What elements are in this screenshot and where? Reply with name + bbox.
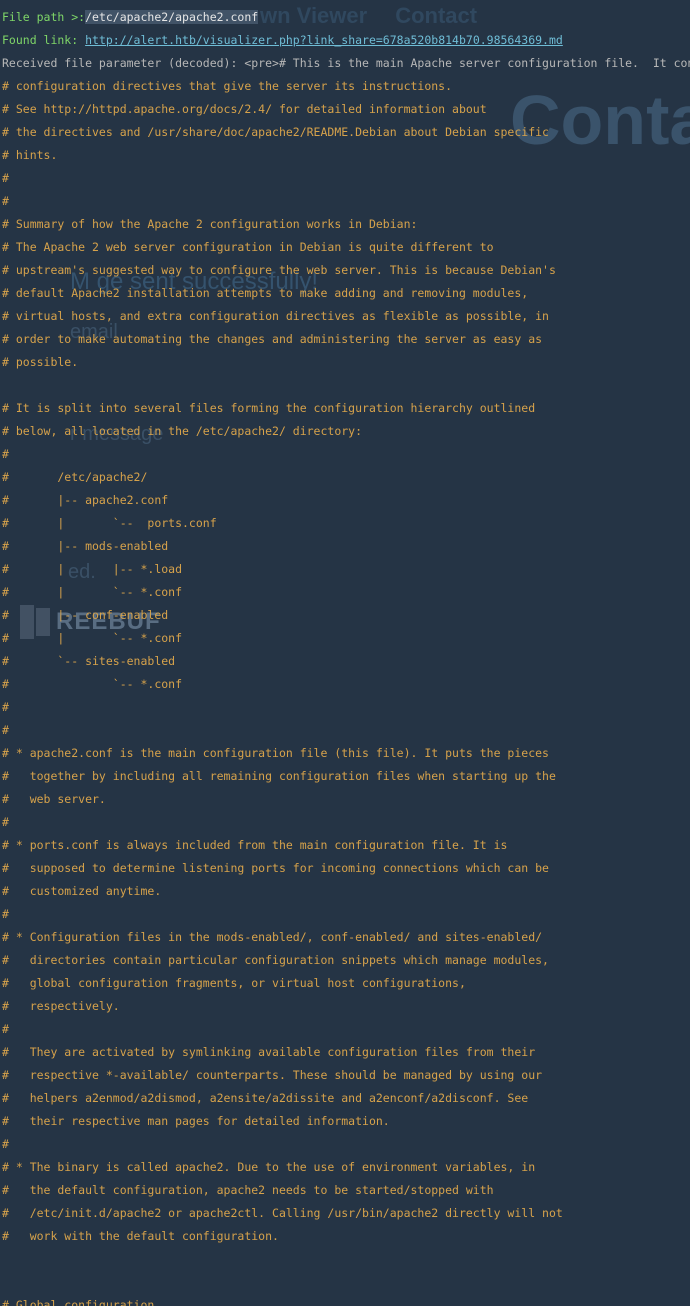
terminal-line: # default Apache2 installation attempts … — [2, 288, 688, 300]
terminal-line: # | `-- *.conf — [2, 633, 688, 645]
terminal-line: # — [2, 196, 688, 208]
terminal-line: # Global configuration — [2, 1300, 688, 1306]
terminal-line: # * The binary is called apache2. Due to… — [2, 1162, 688, 1174]
terminal-line: # `-- sites-enabled — [2, 656, 688, 668]
terminal-line: # |-- mods-enabled — [2, 541, 688, 553]
terminal-line: # customized anytime. — [2, 886, 688, 898]
terminal-line: # — [2, 725, 688, 737]
terminal-line: # respectively. — [2, 1001, 688, 1013]
terminal-line — [2, 380, 688, 392]
terminal-line: # virtual hosts, and extra configuration… — [2, 311, 688, 323]
terminal-line: Received file parameter (decoded): <pre>… — [2, 58, 688, 70]
terminal-line: # — [2, 173, 688, 185]
terminal-line: # The Apache 2 web server configuration … — [2, 242, 688, 254]
terminal-line: # hints. — [2, 150, 688, 162]
terminal-line: # | `-- ports.conf — [2, 518, 688, 530]
terminal-line: # /etc/init.d/apache2 or apache2ctl. Cal… — [2, 1208, 688, 1220]
terminal-line: # | |-- *.load — [2, 564, 688, 576]
terminal-line: # — [2, 909, 688, 921]
terminal-line — [2, 1277, 688, 1289]
terminal-line: # Summary of how the Apache 2 configurat… — [2, 219, 688, 231]
terminal-line: # possible. — [2, 357, 688, 369]
terminal-line: # respective *-available/ counterparts. … — [2, 1070, 688, 1082]
terminal-line: # They are activated by symlinking avail… — [2, 1047, 688, 1059]
terminal-line: # |-- conf-enabled — [2, 610, 688, 622]
terminal-line: # directories contain particular configu… — [2, 955, 688, 967]
terminal-line: # the directives and /usr/share/doc/apac… — [2, 127, 688, 139]
terminal-line: # configuration directives that give the… — [2, 81, 688, 93]
terminal-line: Found link: http://alert.htb/visualizer.… — [2, 35, 688, 47]
terminal-line: # * Configuration files in the mods-enab… — [2, 932, 688, 944]
terminal-line: # — [2, 449, 688, 461]
terminal-line: # together by including all remaining co… — [2, 771, 688, 783]
terminal-line: # — [2, 1139, 688, 1151]
terminal-line: # | `-- *.conf — [2, 587, 688, 599]
terminal-line: # * apache2.conf is the main configurati… — [2, 748, 688, 760]
terminal-line: # their respective man pages for detaile… — [2, 1116, 688, 1128]
terminal-line: # `-- *.conf — [2, 679, 688, 691]
terminal-line: # the default configuration, apache2 nee… — [2, 1185, 688, 1197]
terminal-line: # — [2, 702, 688, 714]
terminal-line: # below, all located in the /etc/apache2… — [2, 426, 688, 438]
terminal-line: # global configuration fragments, or vir… — [2, 978, 688, 990]
terminal-line: # helpers a2enmod/a2dismod, a2ensite/a2d… — [2, 1093, 688, 1105]
terminal-line: # web server. — [2, 794, 688, 806]
terminal-line: # * ports.conf is always included from t… — [2, 840, 688, 852]
terminal-output[interactable]: File path >:/etc/apache2/apache2.conf Fo… — [0, 0, 690, 653]
terminal-line: File path >:/etc/apache2/apache2.conf — [2, 12, 688, 24]
terminal-line: # — [2, 1024, 688, 1036]
found-link-url[interactable]: http://alert.htb/visualizer.php?link_sha… — [85, 33, 563, 47]
terminal-line: # See http://httpd.apache.org/docs/2.4/ … — [2, 104, 688, 116]
terminal-line: # It is split into several files forming… — [2, 403, 688, 415]
terminal-line: # work with the default configuration. — [2, 1231, 688, 1243]
terminal-line: # supposed to determine listening ports … — [2, 863, 688, 875]
terminal-line: # /etc/apache2/ — [2, 472, 688, 484]
terminal-line — [2, 1254, 688, 1266]
terminal-line: # — [2, 817, 688, 829]
terminal-line: # order to make automating the changes a… — [2, 334, 688, 346]
prompt-label: File path >: — [2, 10, 85, 24]
file-path-input[interactable]: /etc/apache2/apache2.conf — [85, 10, 258, 24]
terminal-line: # upstream's suggested way to configure … — [2, 265, 688, 277]
terminal-line: # |-- apache2.conf — [2, 495, 688, 507]
found-link-label: Found link: — [2, 33, 85, 47]
